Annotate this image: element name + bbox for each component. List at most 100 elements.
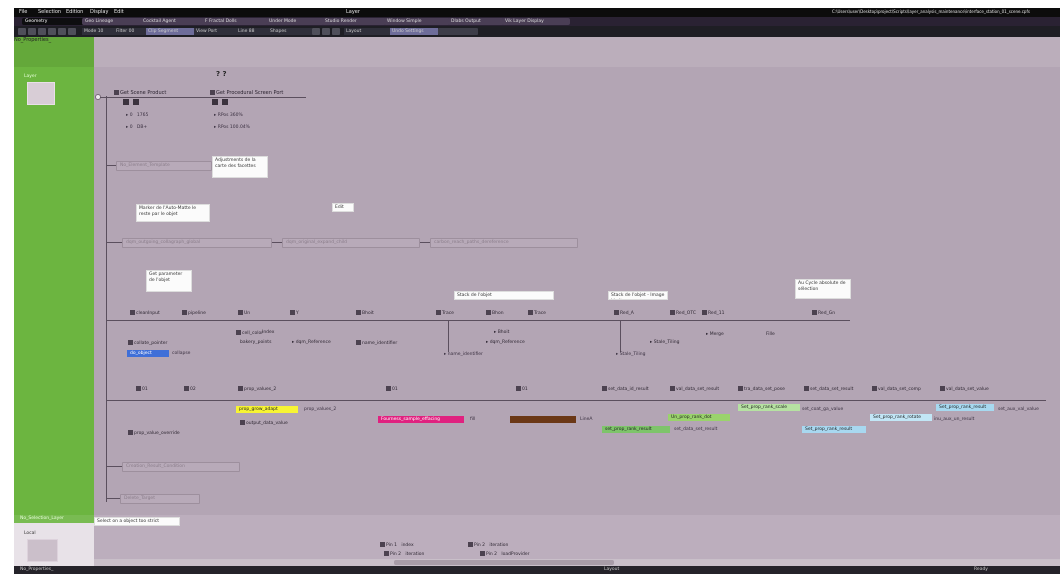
branch-label-delete[interactable]: Delete_Target (120, 494, 200, 504)
local-thumbnail[interactable] (27, 539, 58, 562)
row1-sub-5: Fille (766, 332, 775, 337)
rotate-tool-icon[interactable] (38, 28, 46, 35)
row2-pill-blue-1[interactable]: Set_prop_rank_result (802, 426, 866, 433)
chain-a-node-3[interactable]: carbon_reach_paths_dereference (430, 238, 578, 248)
row2-node-6[interactable]: set_data_id_result (602, 386, 649, 392)
row2-node-4[interactable]: 01 (386, 386, 398, 392)
toolbar-search-field[interactable] (438, 28, 478, 35)
tab-window-simple[interactable]: Window Simple (384, 18, 450, 25)
align-right-icon[interactable] (332, 28, 340, 35)
row2-node-1[interactable]: 01 (136, 386, 148, 392)
tab-under-mode[interactable]: Under Mode (266, 18, 324, 25)
tab-geo-lineage[interactable]: Geo Lineage (82, 18, 142, 25)
toolbar-shapes[interactable]: Shapes (268, 28, 312, 35)
row1-node-11[interactable]: Red_11 (702, 310, 725, 316)
row2-pill-green-2[interactable]: Un_prop_rank_dot (668, 414, 730, 421)
note-stack-limit[interactable]: Stack de l'objet - Image Limit (608, 291, 668, 300)
row1-node-3[interactable]: Un (238, 310, 250, 316)
sidebar-item-label[interactable]: Layer (24, 74, 37, 79)
snap-tool-icon[interactable] (58, 28, 66, 35)
node-get-procedural-screen-port[interactable]: Get Procedural Screen Port (210, 90, 283, 96)
row1-node-8[interactable]: Trace (528, 310, 546, 316)
row1-node-4[interactable]: Y (290, 310, 299, 316)
toolbar-undo-settings[interactable]: Undo Settings (390, 28, 438, 35)
chain-a-node-1[interactable]: dqm_outgoing_collagraph_global (122, 238, 272, 248)
row1-node-7[interactable]: Bhon (486, 310, 504, 316)
row2-pill-blue-3[interactable]: Set_prop_rank_result (936, 404, 994, 411)
node-button-icon[interactable] (222, 99, 228, 105)
row2-node-2[interactable]: 02 (184, 386, 196, 392)
bottom-port-1[interactable]: Pin 1 index (380, 542, 414, 548)
sidebar-bottom-item[interactable]: Local (24, 531, 36, 536)
menu-item-selection[interactable]: Selection (38, 9, 61, 15)
node-get-scene-product[interactable]: Get Scene Product (114, 90, 166, 96)
chain-a-node-2[interactable]: dqm_original_expand_child (282, 238, 420, 248)
toolbar-line[interactable]: Line 88 (236, 28, 270, 35)
row2-pill-green-3[interactable]: Set_prop_rank_scale (738, 404, 800, 411)
toolbar-mode[interactable]: Mode 10 (82, 28, 116, 35)
node-button-icon[interactable] (212, 99, 218, 105)
port-value: index (401, 543, 414, 548)
branch-label-template[interactable]: No_Element_Template (116, 161, 212, 171)
row1-node-9[interactable]: Red_A (614, 310, 634, 316)
toolbar-layout[interactable]: Layout (344, 28, 392, 35)
tab-dlabs-output[interactable]: Dlabs Output (448, 18, 504, 25)
bottom-port-4[interactable]: Pin 2 loadProvider (480, 551, 529, 557)
layer-thumbnail[interactable] (27, 82, 55, 105)
bottom-port-2[interactable]: Pin 2 iteration (384, 551, 424, 557)
tab-vik-layer[interactable]: Vik Layer Display (502, 18, 570, 25)
row1-blue-pill[interactable]: do_object (127, 350, 169, 357)
row1-node-1[interactable]: cleanInput (130, 310, 160, 316)
note-adjustments[interactable]: Adjustments de la carte des facettes (212, 156, 268, 178)
tab-fractal-dolls[interactable]: F Fractal Dolls (202, 18, 268, 25)
row1-node-5[interactable]: Bhoit (356, 310, 374, 316)
row2-node-3[interactable]: prop_values_2 (238, 386, 276, 392)
grid-tool-icon[interactable] (68, 28, 76, 35)
note-stack-object[interactable]: Stack de l'objet (454, 291, 554, 300)
scrollbar-thumb[interactable] (394, 560, 614, 565)
tab-studio-render[interactable]: Studio Render (322, 18, 386, 25)
row2-node-5[interactable]: 01 (516, 386, 528, 392)
row1-node-2[interactable]: pipeline (182, 310, 206, 316)
row2-node-8[interactable]: tra_data_set_pose (738, 386, 785, 392)
menu-item-edition[interactable]: Edition (66, 9, 83, 15)
branch-label-creation[interactable]: Creation_Result_Condition (122, 462, 240, 472)
toolbar-filter[interactable]: Filter 00 (114, 28, 148, 35)
row1-node-10[interactable]: Red_OTC (670, 310, 696, 316)
align-left-icon[interactable] (312, 28, 320, 35)
row2-node-9[interactable]: set_data_set_result (804, 386, 853, 392)
row2-side-3: LineA (580, 417, 593, 422)
menu-item-display[interactable]: Display (90, 9, 108, 15)
row2-node-10[interactable]: val_data_set_comp (872, 386, 921, 392)
note-auto-matte[interactable]: Marker de l'Auto-Matte le reste par le o… (136, 204, 210, 222)
cursor-tool-icon[interactable] (18, 28, 26, 35)
node-title: Trace (534, 311, 546, 316)
row1-node-12[interactable]: Red_Gn (812, 310, 835, 316)
node-button-icon[interactable] (133, 99, 139, 105)
row2-pill-brown[interactable] (510, 416, 576, 423)
menu-item-edit[interactable]: Edit (114, 9, 124, 15)
move-tool-icon[interactable] (28, 28, 36, 35)
tab-cocktail-agent[interactable]: Cocktail Agent (140, 18, 204, 25)
row2-pill-yellow[interactable]: prop_grow_adapt (236, 406, 298, 413)
align-center-icon[interactable] (322, 28, 330, 35)
toolbar-view-port[interactable]: View Port (194, 28, 238, 35)
row2-pill-blue-2[interactable]: Set_prop_rank_rotate (870, 414, 932, 421)
note-edit[interactable]: Edit (332, 203, 354, 212)
toolbar-clip-segment[interactable]: Clip Segment (146, 28, 196, 35)
scale-tool-icon[interactable] (48, 28, 56, 35)
note-properties[interactable]: Get parameter de l'objet (146, 270, 192, 292)
node-graph-canvas[interactable] (94, 37, 1060, 515)
tab-geometry[interactable]: Geometry (22, 18, 84, 25)
horizontal-scrollbar[interactable] (94, 559, 1060, 566)
node-button-icon[interactable] (123, 99, 129, 105)
bottom-port-3[interactable]: Pin 2 iteration (468, 542, 508, 548)
row2-pill-green-1[interactable]: set_prop_rank_result (602, 426, 670, 433)
menu-item-file[interactable]: File (19, 9, 27, 15)
bottom-note[interactable]: Select on a object too strict (94, 517, 180, 526)
row2-node-11[interactable]: val_data_set_value (940, 386, 989, 392)
row1-node-6[interactable]: Trace (436, 310, 454, 316)
row2-pill-magenta[interactable]: Fourness_sample_effacing (378, 416, 464, 423)
note-cycle-selection[interactable]: Au Cycle absolute de sélection (795, 279, 851, 299)
row2-node-7[interactable]: val_data_set_result (670, 386, 719, 392)
